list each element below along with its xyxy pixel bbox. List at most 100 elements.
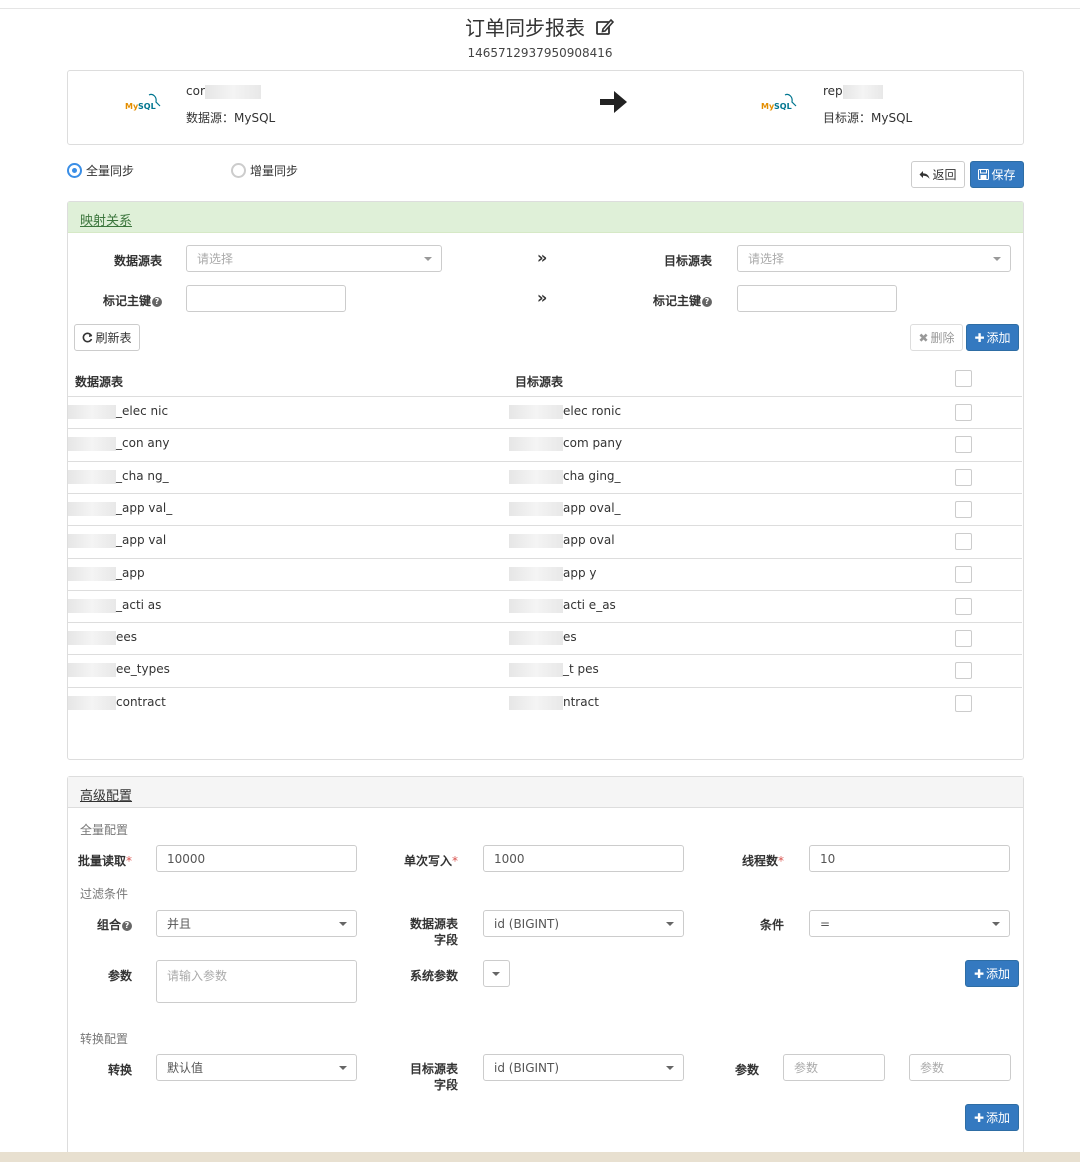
- select-all-checkbox[interactable]: [955, 370, 972, 387]
- advanced-title-link[interactable]: 高级配置: [80, 789, 132, 804]
- threads-label: 线程数*: [741, 854, 784, 868]
- help-icon[interactable]: ?: [122, 920, 132, 931]
- param-label: 参数: [107, 969, 132, 983]
- row-checkbox[interactable]: [955, 436, 972, 454]
- target-table-cell: elec ronic: [563, 404, 622, 418]
- row-checkbox[interactable]: [955, 404, 972, 421]
- convert-select[interactable]: 默认值: [156, 1054, 357, 1081]
- advanced-panel-header: 高级配置: [68, 777, 1023, 808]
- add-filter-button[interactable]: ✚ 添加: [965, 960, 1019, 987]
- select-value: 并且: [167, 917, 192, 931]
- back-button[interactable]: 返回: [911, 161, 965, 188]
- blurred-text: [509, 501, 563, 516]
- double-chevron-right-icon: »: [537, 288, 548, 307]
- row-checkbox[interactable]: [955, 597, 972, 615]
- save-button[interactable]: 保存: [970, 161, 1024, 188]
- chevron-down-icon: [424, 257, 432, 261]
- add-mapping-button[interactable]: ✚ 添加: [966, 324, 1019, 351]
- row-checkbox[interactable]: [955, 533, 972, 551]
- param-textarea[interactable]: 请输入参数: [156, 960, 357, 1003]
- svg-text:My: My: [761, 102, 775, 111]
- delete-label: 删除: [930, 331, 955, 345]
- refresh-tables-button[interactable]: 刷新表: [74, 324, 140, 351]
- radio-incremental-sync[interactable]: 增量同步: [231, 162, 298, 179]
- radio-checked-icon: [67, 163, 82, 178]
- blurred-text: [509, 631, 563, 646]
- source-table-select[interactable]: 请选择: [186, 245, 442, 272]
- target-table-cell: _t pes: [563, 662, 599, 677]
- mysql-logo-icon: My SQL: [125, 93, 161, 111]
- combine-label: 组合?: [70, 916, 132, 933]
- source-table-cell: _con any: [116, 436, 170, 451]
- row-divider: [68, 428, 1022, 430]
- batch-read-input[interactable]: 10000: [156, 845, 357, 872]
- blurred-text: [509, 695, 563, 710]
- threads-input[interactable]: 10: [809, 845, 1010, 872]
- row-checkbox[interactable]: [955, 662, 972, 680]
- row-divider: [68, 686, 1022, 688]
- row-divider: [68, 589, 1022, 591]
- source-table-cell: ees: [116, 630, 138, 645]
- blurred-text: [842, 84, 883, 99]
- target-pk-input[interactable]: [737, 285, 897, 312]
- source-type: 数据源：MySQL: [186, 111, 276, 125]
- delete-button[interactable]: ✖ 删除: [910, 324, 963, 351]
- single-write-input[interactable]: 1000: [483, 845, 684, 872]
- add-label: 添加: [986, 331, 1011, 345]
- row-divider: [68, 492, 1022, 494]
- svg-text:SQL: SQL: [138, 102, 156, 111]
- help-icon[interactable]: ?: [702, 296, 712, 307]
- blurred-text: [68, 405, 116, 419]
- convert-param-input-1[interactable]: 参数: [783, 1054, 885, 1081]
- convert-section: 转换配置: [80, 1032, 129, 1046]
- add-label: 添加: [986, 967, 1011, 981]
- convert-param-input-2[interactable]: 参数: [909, 1054, 1011, 1081]
- target-field-select[interactable]: id (BIGINT): [483, 1054, 684, 1081]
- chevron-down-icon: [666, 922, 674, 926]
- radio-full-sync[interactable]: 全量同步: [67, 162, 134, 179]
- blurred-text: [68, 598, 116, 613]
- svg-text:My: My: [125, 102, 139, 111]
- sys-param-label: 系统参数: [409, 969, 458, 983]
- mapping-title-link[interactable]: 映射关系: [80, 214, 132, 229]
- blurred-text: [509, 405, 563, 419]
- combine-select[interactable]: 并且: [156, 910, 357, 937]
- add-convert-button[interactable]: ✚ 添加: [965, 1104, 1019, 1131]
- column-header-target: 目标源表: [515, 375, 564, 389]
- source-pk-label: 标记主键?: [90, 292, 162, 309]
- row-divider: [68, 460, 1022, 462]
- row-checkbox[interactable]: [955, 630, 972, 648]
- blurred-text: [68, 501, 116, 516]
- filter-section: 过滤条件: [80, 887, 129, 901]
- target-pk-label: 标记主键?: [640, 292, 712, 309]
- row-divider: [68, 622, 1022, 624]
- source-table-cell: contract: [116, 694, 166, 709]
- row-checkbox[interactable]: [955, 694, 972, 712]
- top-divider: [0, 8, 1080, 9]
- source-table-cell: _app val: [116, 533, 167, 548]
- source-pk-input[interactable]: [186, 285, 346, 312]
- chevron-down-icon: [666, 1066, 674, 1070]
- row-checkbox[interactable]: [955, 565, 972, 583]
- target-table-cell: acti e_as: [563, 597, 616, 612]
- full-config-section: 全量配置: [80, 823, 129, 837]
- source-table-cell: ee_types: [116, 662, 170, 677]
- source-table-cell: _acti as: [116, 597, 162, 612]
- sys-param-dropdown[interactable]: [483, 960, 510, 987]
- page-title-text: 订单同步报表: [465, 16, 585, 40]
- edit-icon[interactable]: [595, 17, 615, 37]
- source-field-label: 数据源表 字段: [409, 917, 458, 947]
- blurred-text: [509, 566, 563, 581]
- svg-text:SQL: SQL: [774, 102, 792, 111]
- condition-select[interactable]: =: [809, 910, 1010, 937]
- source-field-select[interactable]: id (BIGINT): [483, 910, 684, 937]
- row-checkbox[interactable]: [955, 500, 972, 518]
- target-table-select[interactable]: 请选择: [737, 245, 1011, 272]
- blurred-text: [509, 469, 563, 484]
- row-checkbox[interactable]: [955, 468, 972, 486]
- target-field-label: 目标源表 字段: [409, 1062, 458, 1092]
- source-name: cor: [186, 84, 261, 99]
- help-icon[interactable]: ?: [152, 296, 162, 307]
- source-table-cell: _elec nic: [116, 404, 169, 418]
- target-table-cell: app oval: [563, 533, 615, 548]
